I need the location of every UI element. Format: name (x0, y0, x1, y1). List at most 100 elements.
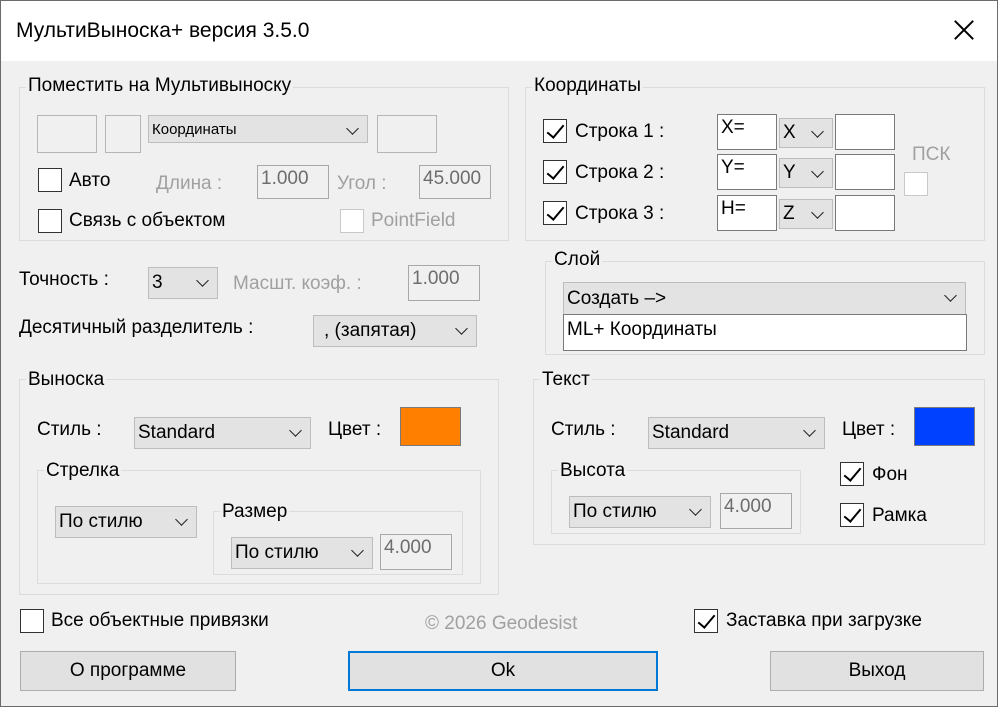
splash-checkbox[interactable] (694, 609, 718, 633)
pointfield-checkbox[interactable] (340, 209, 364, 233)
arrow-size-dropdown[interactable]: По стилю (231, 537, 373, 569)
scale-input[interactable]: 1.000 (408, 265, 480, 301)
auto-checkbox[interactable] (38, 168, 62, 192)
place-group-label: Поместить на Мультивыноску (26, 75, 294, 97)
row2-suffix-input[interactable] (835, 154, 895, 190)
layer-group-label: Слой (552, 249, 603, 271)
link-object-checkbox[interactable] (38, 209, 62, 233)
coordinates-group-label: Координаты (532, 75, 644, 97)
all-snaps-checkbox[interactable] (20, 609, 44, 633)
arrow-group-label: Стрелка (44, 460, 122, 482)
layer-name-input[interactable]: ML+ Координаты (563, 314, 967, 351)
angle-input[interactable]: 45.000 (419, 165, 491, 199)
scale-label: Масшт. коэф. : (233, 273, 362, 294)
chevron-down-icon (175, 513, 188, 526)
angle-label: Угол : (337, 173, 387, 194)
chevron-down-icon (803, 424, 816, 437)
ucs-checkbox[interactable] (904, 172, 928, 196)
row3-axis-value: Z (783, 203, 795, 224)
copyright-text: © 2026 Geodesist (425, 613, 578, 634)
length-label: Длина : (156, 173, 223, 194)
row1-label: Строка 1 : (575, 121, 665, 142)
row2-prefix-input[interactable]: Y= (717, 154, 777, 190)
row1-checkbox[interactable] (543, 119, 567, 143)
text-color-swatch[interactable] (914, 407, 975, 446)
arrow-value: По стилю (59, 511, 143, 532)
text-background-checkbox[interactable] (840, 462, 864, 486)
precision-value: 3 (152, 272, 163, 293)
dialog-window: МультиВыноска+ версия 3.5.0 Поместить на… (0, 0, 998, 707)
arrow-size-value: По стилю (235, 542, 319, 563)
decimal-value: , (запятая) (324, 320, 417, 341)
row1-suffix-input[interactable] (835, 114, 895, 150)
layer-dropdown-value: Создать –> (567, 288, 667, 309)
chevron-down-icon (944, 289, 957, 302)
decimal-dropdown[interactable]: , (запятая) (313, 315, 477, 347)
row3-suffix-input[interactable] (835, 195, 895, 231)
arrow-size-group-label: Размер (220, 501, 290, 523)
chevron-down-icon (689, 503, 702, 516)
text-group-label: Текст (540, 369, 592, 391)
row2-axis-dropdown[interactable]: Y (779, 158, 833, 188)
text-style-value: Standard (652, 422, 730, 443)
text-height-input[interactable]: 4.000 (720, 493, 792, 529)
text-height-value: По стилю (573, 501, 657, 522)
precision-dropdown[interactable]: 3 (148, 267, 218, 299)
close-icon[interactable] (941, 7, 987, 53)
chevron-down-icon (346, 122, 359, 135)
text-background-label: Фон (872, 464, 908, 485)
leader-style-dropdown[interactable]: Standard (134, 417, 311, 449)
row3-axis-dropdown[interactable]: Z (779, 199, 833, 229)
chevron-down-icon (811, 165, 824, 178)
text-frame-label: Рамка (872, 505, 927, 526)
exit-button[interactable]: Выход (770, 651, 984, 691)
leader-color-swatch[interactable] (400, 407, 461, 446)
chevron-down-icon (196, 274, 209, 287)
decimal-label: Десятичный разделитель : (19, 317, 254, 338)
leader-color-label: Цвет : (328, 419, 382, 440)
ucs-label: ПСК (912, 144, 951, 165)
place-type-dropdown[interactable]: Координаты (148, 115, 368, 143)
auto-label: Авто (69, 170, 111, 191)
link-object-label: Связь с объектом (69, 210, 226, 231)
row3-checkbox[interactable] (543, 201, 567, 225)
arrow-size-input[interactable]: 4.000 (380, 534, 452, 570)
row2-checkbox[interactable] (543, 160, 567, 184)
block-preview-1 (37, 115, 97, 153)
row1-prefix-input[interactable]: X= (717, 114, 777, 150)
row2-label: Строка 2 : (575, 162, 665, 183)
chevron-down-icon (351, 544, 364, 557)
precision-label: Точность : (19, 269, 109, 290)
row3-prefix-input[interactable]: H= (717, 195, 777, 231)
window-title: МультиВыноска+ версия 3.5.0 (16, 19, 310, 42)
leader-style-value: Standard (138, 422, 216, 443)
leader-group-label: Выноска (26, 369, 107, 391)
arrow-dropdown[interactable]: По стилю (55, 506, 197, 538)
length-input[interactable]: 1.000 (257, 165, 329, 199)
block-preview-2 (105, 115, 141, 153)
chevron-down-icon (811, 206, 824, 219)
chevron-down-icon (289, 424, 302, 437)
row1-axis-dropdown[interactable]: X (779, 118, 833, 148)
chevron-down-icon (455, 322, 468, 335)
text-style-label: Стиль : (551, 419, 616, 440)
text-frame-checkbox[interactable] (840, 503, 864, 527)
text-height-dropdown[interactable]: По стилю (569, 496, 711, 528)
row1-axis-value: X (783, 122, 796, 143)
splash-label: Заставка при загрузке (726, 610, 922, 631)
row3-label: Строка 3 : (575, 203, 665, 224)
all-snaps-label: Все объектные привязки (51, 610, 269, 631)
text-color-label: Цвет : (842, 419, 896, 440)
text-style-dropdown[interactable]: Standard (648, 417, 825, 449)
block-preview-3 (377, 115, 437, 153)
row2-axis-value: Y (783, 162, 796, 183)
about-button[interactable]: О программе (20, 651, 236, 691)
ok-button[interactable]: Ok (348, 651, 658, 691)
title-bar: МультиВыноска+ версия 3.5.0 (1, 1, 997, 61)
pointfield-label: PointField (371, 210, 456, 231)
place-type-value: Координаты (152, 121, 237, 138)
text-height-group-label: Высота (558, 460, 628, 482)
leader-style-label: Стиль : (37, 419, 102, 440)
layer-dropdown[interactable]: Создать –> (563, 282, 966, 315)
chevron-down-icon (811, 125, 824, 138)
